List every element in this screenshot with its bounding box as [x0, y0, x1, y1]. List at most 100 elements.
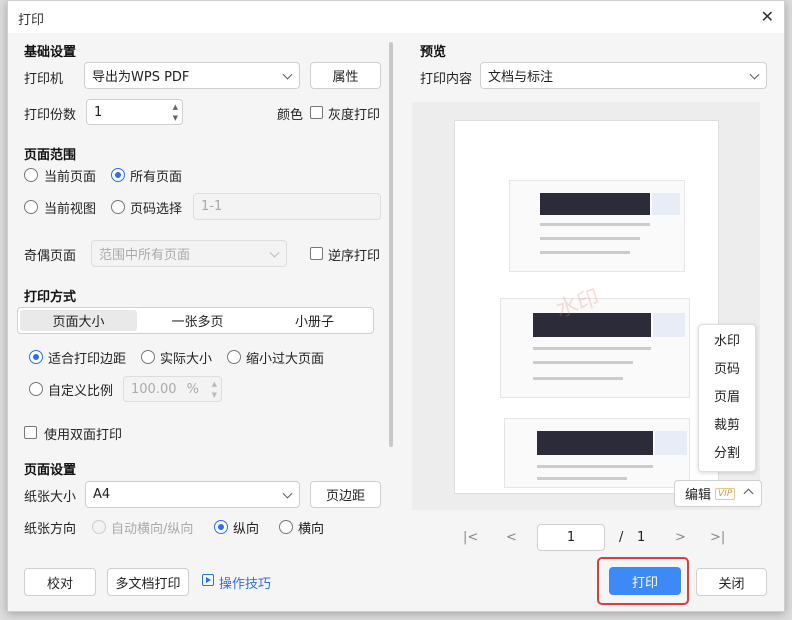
fit-margins-label: 适合打印边距 [48, 352, 127, 367]
reverse-checkbox[interactable] [310, 247, 323, 260]
portrait-radio[interactable] [214, 520, 228, 534]
page-total: 1 [637, 530, 646, 545]
page-number-input[interactable]: 1 [537, 524, 605, 551]
menu-item-crop[interactable]: 裁剪 [699, 409, 755, 437]
page-current: 1 [566, 530, 576, 545]
duplex-checkbox[interactable] [24, 426, 37, 439]
page-select-value: 1-1 [201, 199, 223, 214]
paper-size-label: 纸张大小 [24, 490, 77, 505]
duplex-label: 使用双面打印 [44, 428, 123, 443]
page-select-label: 页码选择 [130, 202, 183, 217]
basic-settings-heading: 基础设置 [24, 45, 77, 60]
copies-value: 1 [94, 104, 103, 120]
orientation-label: 纸张方向 [24, 522, 77, 537]
auto-orientation-radio[interactable] [92, 520, 106, 534]
portrait-label: 纵向 [233, 522, 260, 537]
paper-size-value: A4 [93, 487, 111, 502]
preview-thumbnail [504, 418, 690, 488]
reverse-label: 逆序打印 [328, 249, 381, 264]
current-page-radio[interactable] [24, 168, 38, 182]
scale-value: 100.00 [131, 381, 177, 397]
landscape-radio[interactable] [279, 520, 293, 534]
actual-size-radio[interactable] [141, 350, 155, 364]
landscape-label: 横向 [298, 522, 325, 537]
stepper-up-icon[interactable]: ▲ [173, 103, 178, 111]
printer-select[interactable]: 导出为WPS PDF [84, 62, 300, 89]
copies-stepper[interactable]: 1 ▲ ▼ [86, 99, 183, 125]
print-content-label: 打印内容 [420, 72, 473, 87]
page-select-radio[interactable] [111, 200, 125, 214]
margins-button[interactable]: 页边距 [310, 481, 381, 508]
odd-even-label: 奇偶页面 [24, 249, 77, 264]
chevron-up-icon [743, 488, 754, 499]
dialog-title: 打印 [18, 13, 45, 28]
stepper-down-icon[interactable]: ▼ [173, 114, 178, 122]
all-pages-label: 所有页面 [130, 170, 183, 185]
shrink-large-radio[interactable] [227, 350, 241, 364]
tab-booklet[interactable]: 小册子 [256, 308, 373, 333]
title-bar: 打印 ✕ [8, 1, 784, 33]
menu-item-page-number[interactable]: 页码 [699, 353, 755, 381]
print-button[interactable]: 打印 [609, 567, 681, 595]
prev-page-icon[interactable]: < [506, 530, 517, 545]
preview-thumbnail [509, 180, 685, 272]
odd-even-value: 范围中所有页面 [99, 248, 191, 263]
grayscale-label: 灰度打印 [328, 108, 381, 123]
auto-orientation-label: 自动横向/纵向 [111, 522, 194, 537]
chevron-down-icon [269, 247, 280, 258]
chevron-down-icon [282, 69, 293, 80]
page-range-heading: 页面范围 [24, 148, 77, 163]
page-separator: / [619, 530, 624, 545]
close-icon[interactable]: ✕ [761, 7, 774, 26]
color-label: 颜色 [277, 108, 304, 123]
properties-button[interactable]: 属性 [310, 62, 381, 89]
proof-button[interactable]: 校对 [24, 568, 96, 596]
menu-item-split[interactable]: 分割 [699, 437, 755, 465]
printer-label: 打印机 [24, 72, 64, 87]
play-icon[interactable] [202, 574, 214, 586]
last-page-icon[interactable]: >| [710, 530, 725, 545]
edit-label: 编辑 [685, 488, 712, 503]
stepper-up-icon[interactable]: ▲ [212, 380, 217, 388]
print-content-value: 文档与标注 [488, 70, 554, 85]
close-button[interactable]: 关闭 [696, 568, 767, 596]
next-page-icon[interactable]: > [675, 530, 686, 545]
tips-link[interactable]: 操作技巧 [219, 573, 271, 592]
printer-value: 导出为WPS PDF [92, 70, 190, 85]
page-setup-heading: 页面设置 [24, 463, 77, 478]
current-page-label: 当前页面 [44, 170, 97, 185]
custom-scale-radio[interactable] [29, 382, 43, 396]
page-select-input[interactable]: 1-1 [193, 193, 381, 220]
preview-heading: 预览 [420, 45, 447, 60]
settings-scrollbar[interactable] [389, 42, 393, 447]
print-content-select[interactable]: 文档与标注 [480, 62, 767, 89]
odd-even-select[interactable]: 范围中所有页面 [91, 240, 287, 267]
first-page-icon[interactable]: |< [463, 530, 478, 545]
chevron-down-icon [282, 488, 293, 499]
custom-scale-label: 自定义比例 [48, 384, 114, 399]
scale-unit: % [186, 382, 199, 397]
menu-item-watermark[interactable]: 水印 [699, 325, 755, 353]
menu-item-header[interactable]: 页眉 [699, 381, 755, 409]
all-pages-radio[interactable] [111, 168, 125, 182]
paper-size-select[interactable]: A4 [85, 481, 300, 508]
tab-page-size[interactable]: 页面大小 [20, 310, 137, 331]
current-view-label: 当前视图 [44, 202, 97, 217]
chevron-down-icon [749, 69, 760, 80]
edit-button[interactable]: 编辑 VIP [674, 480, 762, 507]
current-view-radio[interactable] [24, 200, 38, 214]
fit-margins-radio[interactable] [29, 350, 43, 364]
multi-doc-print-button[interactable]: 多文档打印 [107, 568, 189, 596]
stepper-down-icon[interactable]: ▼ [212, 391, 217, 399]
print-mode-tabs: 页面大小 一张多页 小册子 [17, 307, 374, 334]
print-mode-heading: 打印方式 [24, 290, 77, 305]
vip-badge: VIP [715, 487, 736, 500]
shrink-large-label: 缩小过大页面 [246, 352, 325, 367]
scale-stepper[interactable]: 100.00 % ▲ ▼ [123, 376, 222, 402]
tab-multi-page[interactable]: 一张多页 [139, 308, 256, 333]
grayscale-checkbox[interactable] [310, 106, 323, 119]
edit-menu: 水印 页码 页眉 裁剪 分割 [698, 324, 756, 472]
copies-label: 打印份数 [24, 108, 77, 123]
preview-thumbnail [500, 298, 690, 398]
actual-size-label: 实际大小 [160, 352, 213, 367]
